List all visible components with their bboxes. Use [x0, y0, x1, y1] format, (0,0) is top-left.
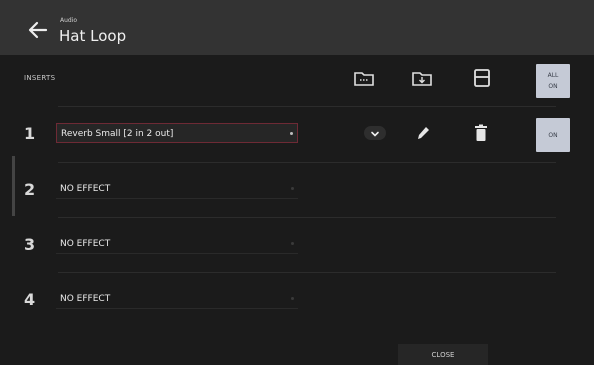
inserts-label: INSERTS: [24, 74, 56, 82]
back-arrow-icon[interactable]: [26, 18, 50, 42]
insert-slot-1-name: Reverb Small [2 in 2 out]: [61, 129, 174, 139]
close-button[interactable]: CLOSE: [398, 344, 488, 365]
slot-1-on-button[interactable]: ON: [536, 118, 570, 152]
chevron-down-icon: [371, 131, 379, 137]
expand-chevron-button[interactable]: [364, 126, 386, 140]
header-subtitle: Audio: [60, 17, 78, 24]
scroll-indicator: [12, 156, 15, 216]
insert-slot-number-4: 4: [24, 290, 36, 309]
page-title: Hat Loop: [59, 27, 127, 45]
all-on-button[interactable]: ALL ON: [536, 64, 570, 98]
insert-slot-3-dropdown[interactable]: NO EFFECT: [56, 234, 298, 254]
dropdown-indicator-icon: [290, 132, 293, 135]
save-folder-icon[interactable]: [410, 66, 434, 90]
insert-slot-4-name: NO EFFECT: [60, 294, 111, 304]
insert-slot-number-1: 1: [24, 124, 36, 143]
insert-slot-4-dropdown[interactable]: NO EFFECT: [56, 289, 298, 309]
row-divider: [58, 106, 556, 107]
dropdown-indicator-icon: [291, 297, 294, 300]
save-disk-icon[interactable]: [470, 66, 494, 90]
load-folder-icon[interactable]: [352, 66, 376, 90]
insert-slot-2-name: NO EFFECT: [60, 184, 111, 194]
dropdown-indicator-icon: [291, 187, 294, 190]
insert-slot-1-dropdown[interactable]: Reverb Small [2 in 2 out]: [56, 123, 298, 143]
insert-slot-3-name: NO EFFECT: [60, 239, 111, 249]
insert-slot-number-2: 2: [24, 180, 36, 199]
row-divider: [58, 272, 556, 273]
header-bar: Audio Hat Loop: [0, 0, 594, 55]
trash-icon[interactable]: [474, 124, 488, 142]
all-on-label-line2: ON: [548, 83, 558, 90]
dropdown-indicator-icon: [291, 242, 294, 245]
insert-slot-2-dropdown[interactable]: NO EFFECT: [56, 179, 298, 199]
all-on-label-line1: ALL: [547, 72, 559, 79]
row-divider: [58, 217, 556, 218]
insert-slot-number-3: 3: [24, 235, 36, 254]
edit-pencil-icon[interactable]: [414, 124, 432, 142]
row-divider: [58, 162, 556, 163]
